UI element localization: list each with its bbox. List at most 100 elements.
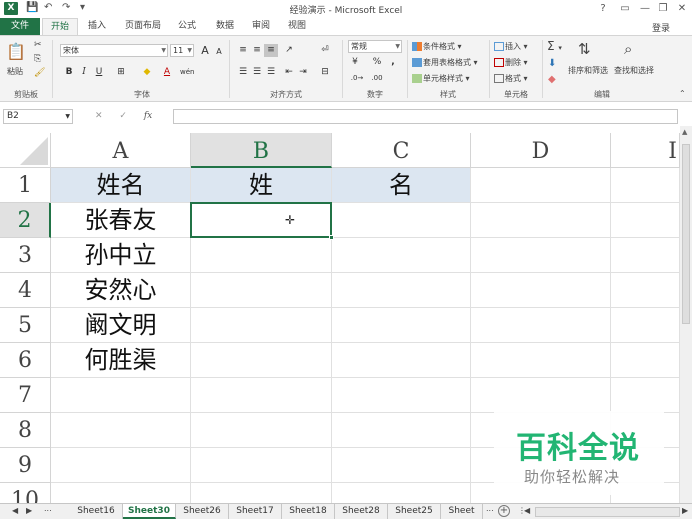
cell-d6[interactable] <box>471 343 611 378</box>
sheet-tab-sheet16[interactable]: Sheet16 <box>70 504 123 519</box>
italic-button[interactable]: I <box>77 66 91 79</box>
login-link[interactable]: 登录 <box>652 21 670 34</box>
cell-a9[interactable] <box>51 448 191 483</box>
fill-handle[interactable] <box>329 235 334 240</box>
sheet-tab-sheet-partial[interactable]: Sheet <box>441 504 483 519</box>
cut-icon[interactable]: ✂ <box>34 40 42 50</box>
cell-e2[interactable] <box>611 203 680 238</box>
cell-c3[interactable] <box>332 238 471 273</box>
format-painter-icon[interactable]: 🖌 <box>34 68 45 78</box>
shrink-font-button[interactable]: A <box>212 45 226 58</box>
tab-formulas[interactable]: 公式 <box>172 18 202 35</box>
row-header-2[interactable]: 2 <box>0 203 51 238</box>
cell-a3[interactable]: 孙中立 <box>51 238 191 273</box>
sheet-next-icon[interactable]: ▶ <box>26 506 32 515</box>
column-header-c[interactable]: C <box>332 133 471 168</box>
formula-input[interactable] <box>173 109 678 124</box>
row-header-6[interactable]: 6 <box>0 343 51 378</box>
paste-icon[interactable]: 📋 <box>6 42 26 61</box>
paste-button[interactable]: 粘贴 <box>7 66 23 77</box>
tab-review[interactable]: 审阅 <box>246 18 276 35</box>
cell-c7[interactable] <box>332 378 471 413</box>
font-name-select[interactable]: 宋体 ▼ <box>60 44 168 57</box>
tab-page-layout[interactable]: 页面布局 <box>120 18 166 35</box>
clear-icon[interactable]: ◆ <box>548 74 556 85</box>
format-as-table-button[interactable]: 套用表格格式 ▾ <box>412 57 478 68</box>
sheet-tab-sheet18[interactable]: Sheet18 <box>282 504 335 519</box>
horizontal-scrollbar[interactable] <box>535 507 680 517</box>
cell-a4[interactable]: 安然心 <box>51 273 191 308</box>
add-sheet-button[interactable]: + <box>498 505 510 517</box>
fill-icon[interactable]: ⬇ <box>548 58 556 69</box>
cell-b5[interactable] <box>191 308 332 343</box>
minimize-icon[interactable]: — <box>637 1 653 16</box>
cell-b1[interactable]: 姓 <box>191 168 332 203</box>
restore-icon[interactable]: ❐ <box>655 1 671 16</box>
insert-function-button[interactable]: fx <box>144 111 152 121</box>
cell-e6[interactable] <box>611 343 680 378</box>
cell-e7[interactable] <box>611 378 680 413</box>
hscroll-left-icon[interactable]: ◀ <box>524 506 530 515</box>
cell-a10[interactable] <box>51 483 191 503</box>
row-header-4[interactable]: 4 <box>0 273 51 308</box>
row-header-7[interactable]: 7 <box>0 378 51 413</box>
row-header-3[interactable]: 3 <box>0 238 51 273</box>
cell-c8[interactable] <box>332 413 471 448</box>
font-size-select[interactable]: 11 ▼ <box>170 44 194 57</box>
conditional-format-button[interactable]: 条件格式 ▾ <box>412 41 462 52</box>
cell-c1[interactable]: 名 <box>332 168 471 203</box>
cell-a7[interactable] <box>51 378 191 413</box>
copy-icon[interactable]: ⎘ <box>34 54 41 64</box>
increase-indent-icon[interactable]: ⇥ <box>296 66 310 79</box>
align-left-icon[interactable]: ☰ <box>236 66 250 79</box>
sheet-tab-sheet25[interactable]: Sheet25 <box>388 504 441 519</box>
cell-e5[interactable] <box>611 308 680 343</box>
row-header-9[interactable]: 9 <box>0 448 51 483</box>
delete-cells-button[interactable]: 删除 ▾ <box>494 57 528 68</box>
vertical-scrollbar[interactable]: ▲ <box>680 126 692 503</box>
cell-b8[interactable] <box>191 413 332 448</box>
cell-b6[interactable] <box>191 343 332 378</box>
column-header-a[interactable]: A <box>51 133 191 168</box>
phonetic-button[interactable]: wén <box>180 66 194 79</box>
sheet-tab-sheet26[interactable]: Sheet26 <box>176 504 229 519</box>
increase-decimal-icon[interactable]: .0→ <box>350 72 364 85</box>
sheet-more-button[interactable]: ... <box>44 504 52 513</box>
cell-d7[interactable] <box>471 378 611 413</box>
vertical-scroll-thumb[interactable] <box>682 144 690 324</box>
cell-a2[interactable]: 张春友 <box>51 203 191 238</box>
align-bottom-icon[interactable]: ≡ <box>264 44 278 57</box>
cell-a1[interactable]: 姓名 <box>51 168 191 203</box>
format-cells-button[interactable]: 格式 ▾ <box>494 73 528 84</box>
cell-c6[interactable] <box>332 343 471 378</box>
cell-b10[interactable] <box>191 483 332 503</box>
cell-a5[interactable]: 阚文明 <box>51 308 191 343</box>
underline-button[interactable]: U <box>92 66 106 79</box>
percent-button[interactable]: % <box>370 56 384 69</box>
cell-b3[interactable] <box>191 238 332 273</box>
tab-data[interactable]: 数据 <box>210 18 240 35</box>
cell-e4[interactable] <box>611 273 680 308</box>
cell-a6[interactable]: 何胜渠 <box>51 343 191 378</box>
cell-e1[interactable] <box>611 168 680 203</box>
font-color-button[interactable]: A <box>160 66 174 79</box>
cancel-icon[interactable]: ✕ <box>95 111 103 121</box>
row-header-1[interactable]: 1 <box>0 168 51 203</box>
align-top-icon[interactable]: ≡ <box>236 44 250 57</box>
merge-center-icon[interactable]: ⊟ <box>318 66 332 79</box>
cell-e3[interactable] <box>611 238 680 273</box>
sheet-more-right-button[interactable]: ... <box>486 504 494 513</box>
cell-c4[interactable] <box>332 273 471 308</box>
ribbon-display-icon[interactable]: ▭ <box>617 1 633 16</box>
sheet-tab-sheet28[interactable]: Sheet28 <box>335 504 388 519</box>
bold-button[interactable]: B <box>62 66 76 79</box>
align-middle-icon[interactable]: ≡ <box>250 44 264 57</box>
find-select-button[interactable]: 查找和选择 <box>614 65 654 76</box>
align-right-icon[interactable]: ☰ <box>264 66 278 79</box>
cell-styles-button[interactable]: 单元格样式 ▾ <box>412 73 470 84</box>
column-header-next[interactable]: I <box>611 133 680 168</box>
sheet-tab-sheet30[interactable]: Sheet30 <box>123 504 176 519</box>
currency-icon[interactable]: ¥ <box>348 56 362 69</box>
tab-insert[interactable]: 插入 <box>82 18 112 35</box>
cell-d5[interactable] <box>471 308 611 343</box>
